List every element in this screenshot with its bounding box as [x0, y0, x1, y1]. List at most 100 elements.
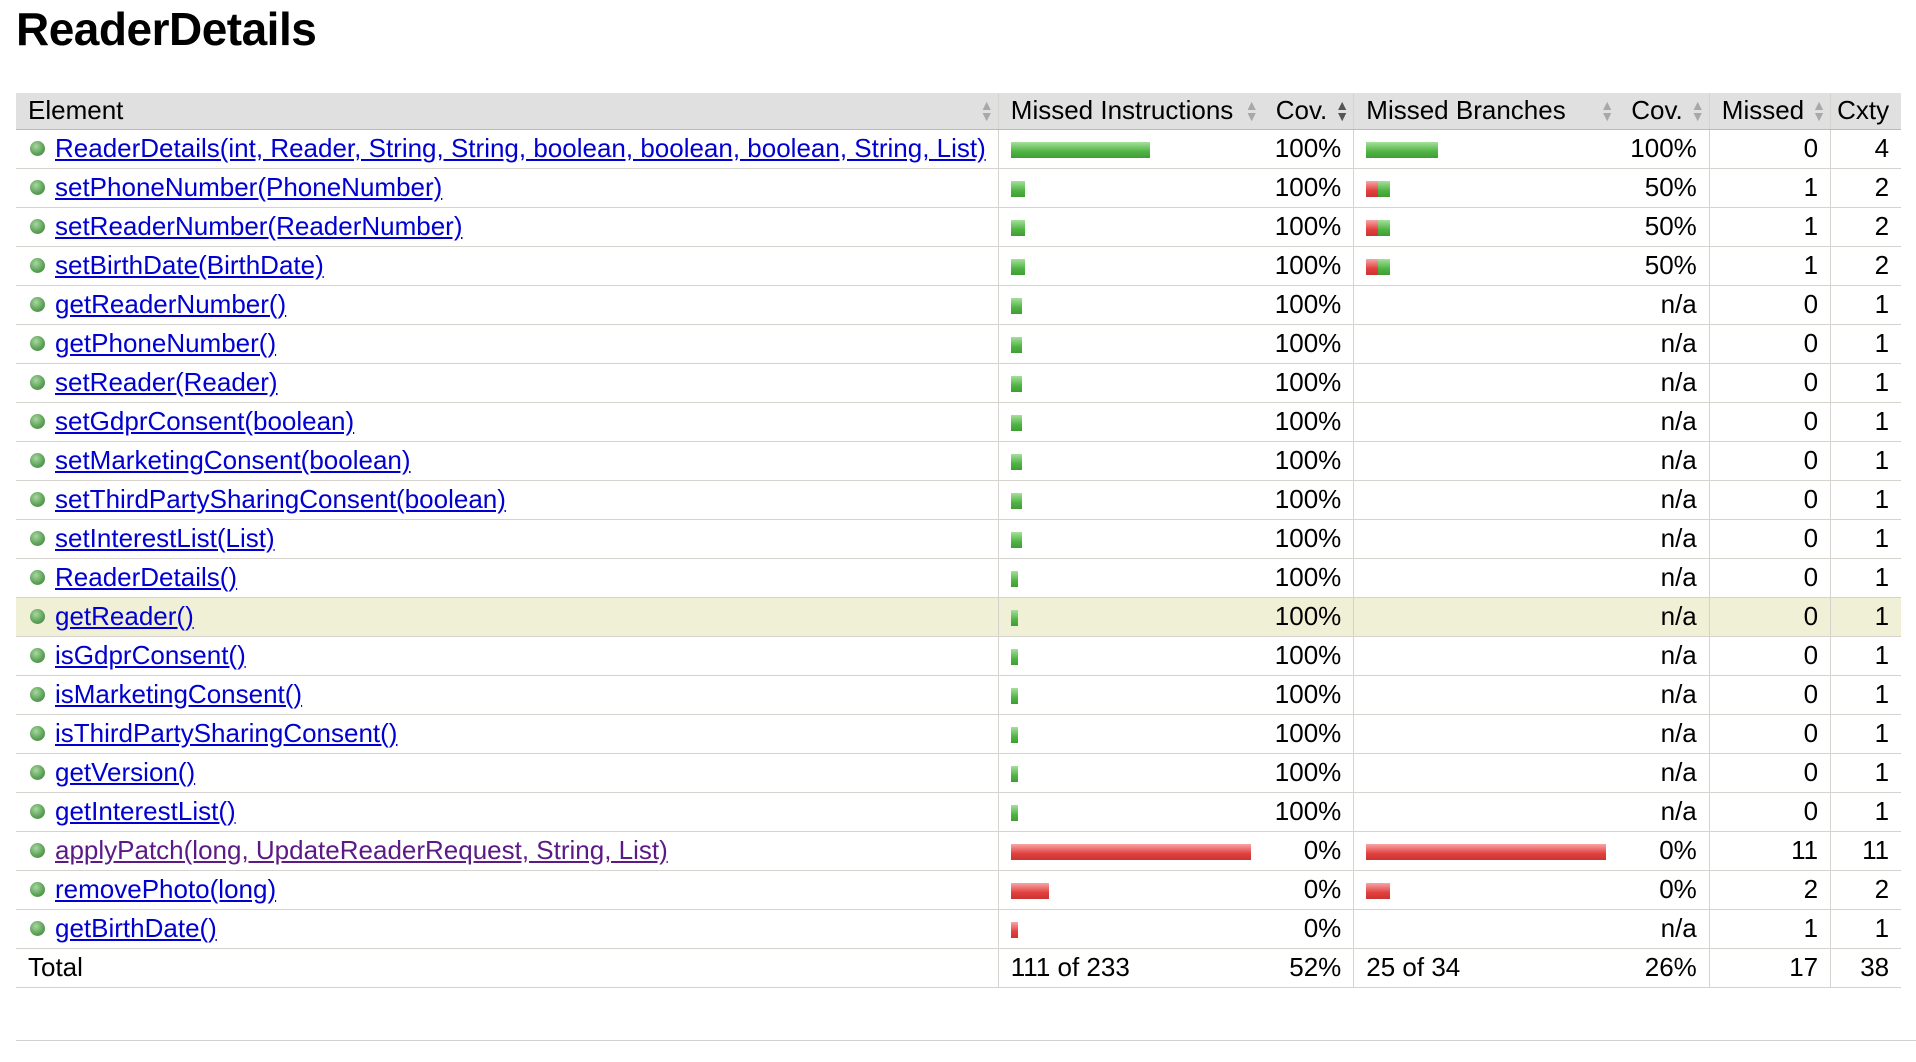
missed-count: 0: [1708, 675, 1831, 715]
column-header-cxty[interactable]: Cxty: [1830, 93, 1902, 130]
method-link[interactable]: getReader(): [55, 601, 194, 632]
table-row: removePhoto(long) 0% 0% 2 2: [16, 870, 1902, 910]
element-cell: setPhoneNumber(PhoneNumber): [16, 168, 999, 208]
complexity-count: 1: [1830, 792, 1902, 832]
missed-branches-bar: [1353, 480, 1619, 520]
method-link[interactable]: isGdprConsent(): [55, 640, 246, 671]
method-link[interactable]: getVersion(): [55, 757, 195, 788]
method-link[interactable]: setReader(Reader): [55, 367, 278, 398]
branches-covered-bar: [1378, 220, 1391, 237]
missed-count: 0: [1708, 558, 1831, 598]
method-link[interactable]: getReaderNumber(): [55, 289, 286, 320]
method-icon: [30, 414, 45, 429]
missed-instructions-bar: [997, 168, 1263, 208]
total-missed-instructions: 111 of 233: [997, 948, 1263, 988]
method-link[interactable]: setPhoneNumber(PhoneNumber): [55, 172, 442, 203]
element-cell: setBirthDate(BirthDate): [16, 246, 999, 286]
instructions-coverage: 100%: [1262, 636, 1354, 676]
table-header-row: Element ▲ ▼ Missed Instructions ▲ ▼ Cov. ▲…: [16, 93, 1902, 130]
missed-count: 1: [1708, 207, 1831, 247]
instructions-covered-bar: [1010, 337, 1022, 354]
table-row: applyPatch(long, UpdateReaderRequest, St…: [16, 831, 1902, 871]
missed-branches-bar: [1353, 324, 1619, 364]
method-link[interactable]: setThirdPartySharingConsent(boolean): [55, 484, 506, 515]
table-row: ReaderDetails() 100% n/a 0 1: [16, 558, 1902, 598]
table-row: setReader(Reader) 100% n/a 0 1: [16, 363, 1902, 403]
branches-coverage: n/a: [1618, 714, 1710, 754]
table-row: getVersion() 100% n/a 0 1: [16, 753, 1902, 793]
method-link[interactable]: removePhoto(long): [55, 874, 276, 905]
missed-instructions-bar: [997, 753, 1263, 793]
missed-count: 0: [1708, 519, 1831, 559]
column-header-missed-branches[interactable]: Missed Branches ▲ ▼: [1353, 93, 1619, 130]
method-link[interactable]: getInterestList(): [55, 796, 236, 827]
instructions-coverage: 0%: [1262, 831, 1354, 871]
instructions-missed-bar: [1010, 883, 1049, 900]
instructions-covered-bar: [1010, 454, 1022, 471]
missed-count: 0: [1708, 441, 1831, 481]
branches-coverage: n/a: [1618, 675, 1710, 715]
instructions-coverage: 100%: [1262, 441, 1354, 481]
instructions-covered-bar: [1010, 610, 1018, 627]
method-link[interactable]: setGdprConsent(boolean): [55, 406, 354, 437]
branches-missed-bar: [1366, 259, 1379, 276]
method-link[interactable]: setReaderNumber(ReaderNumber): [55, 211, 463, 242]
sort-descending-icon: ▲ ▼: [1335, 96, 1350, 124]
complexity-count: 1: [1830, 714, 1902, 754]
branches-covered-bar: [1378, 181, 1391, 198]
missed-instructions-bar: [997, 597, 1263, 637]
method-icon: [30, 492, 45, 507]
element-cell: applyPatch(long, UpdateReaderRequest, St…: [16, 831, 999, 871]
missed-count: 0: [1708, 597, 1831, 637]
table-row: getPhoneNumber() 100% n/a 0 1: [16, 324, 1902, 364]
column-header-missed[interactable]: Missed ▲ ▼: [1708, 93, 1831, 130]
method-link[interactable]: setMarketingConsent(boolean): [55, 445, 411, 476]
missed-instructions-bar: [997, 714, 1263, 754]
method-icon: [30, 648, 45, 663]
column-header-branches-cov[interactable]: Cov. ▲ ▼: [1618, 93, 1710, 130]
method-link[interactable]: isThirdPartySharingConsent(): [55, 718, 397, 749]
missed-branches-bar: [1353, 597, 1619, 637]
method-link[interactable]: setBirthDate(BirthDate): [55, 250, 324, 281]
instructions-covered-bar: [1010, 766, 1018, 783]
method-link[interactable]: ReaderDetails(int, Reader, String, Strin…: [55, 133, 986, 164]
total-row: Total 111 of 233 52% 25 of 34 26% 17 38: [16, 948, 1902, 988]
missed-branches-bar: [1353, 363, 1619, 403]
method-link[interactable]: getPhoneNumber(): [55, 328, 276, 359]
instructions-covered-bar: [1010, 181, 1025, 198]
missed-count: 0: [1708, 792, 1831, 832]
branches-coverage: n/a: [1618, 285, 1710, 325]
missed-branches-bar: [1353, 129, 1619, 169]
method-link[interactable]: getBirthDate(): [55, 913, 217, 944]
branches-coverage: n/a: [1618, 363, 1710, 403]
complexity-count: 2: [1830, 246, 1902, 286]
branches-coverage: n/a: [1618, 324, 1710, 364]
missed-instructions-bar: [997, 909, 1263, 949]
table-row: getReader() 100% n/a 0 1: [16, 597, 1902, 637]
total-missed-branches: 25 of 34: [1353, 948, 1619, 988]
element-cell: setInterestList(List): [16, 519, 999, 559]
missed-branches-bar: [1353, 519, 1619, 559]
missed-instructions-bar: [997, 870, 1263, 910]
branches-coverage: n/a: [1618, 480, 1710, 520]
method-link[interactable]: applyPatch(long, UpdateReaderRequest, St…: [55, 835, 668, 866]
column-header-element[interactable]: Element ▲ ▼: [16, 93, 999, 130]
element-cell: getReaderNumber(): [16, 285, 999, 325]
sort-icon: ▲ ▼: [1812, 96, 1826, 124]
method-link[interactable]: ReaderDetails(): [55, 562, 237, 593]
method-link[interactable]: isMarketingConsent(): [55, 679, 302, 710]
complexity-count: 2: [1830, 168, 1902, 208]
column-header-instructions-cov[interactable]: Cov. ▲ ▼: [1262, 93, 1354, 130]
column-header-missed-instructions[interactable]: Missed Instructions ▲ ▼: [997, 93, 1263, 130]
missed-count: 11: [1708, 831, 1831, 871]
branches-coverage: n/a: [1618, 909, 1710, 949]
instructions-covered-bar: [1010, 298, 1022, 315]
table-row: isThirdPartySharingConsent() 100% n/a 0 1: [16, 714, 1902, 754]
method-link[interactable]: setInterestList(List): [55, 523, 275, 554]
instructions-coverage: 0%: [1262, 870, 1354, 910]
missed-branches-bar: [1353, 207, 1619, 247]
coverage-table: Element ▲ ▼ Missed Instructions ▲ ▼ Cov. ▲…: [16, 93, 1902, 988]
sort-icon: ▲ ▼: [1690, 96, 1705, 124]
missed-branches-bar: [1353, 402, 1619, 442]
complexity-count: 1: [1830, 324, 1902, 364]
